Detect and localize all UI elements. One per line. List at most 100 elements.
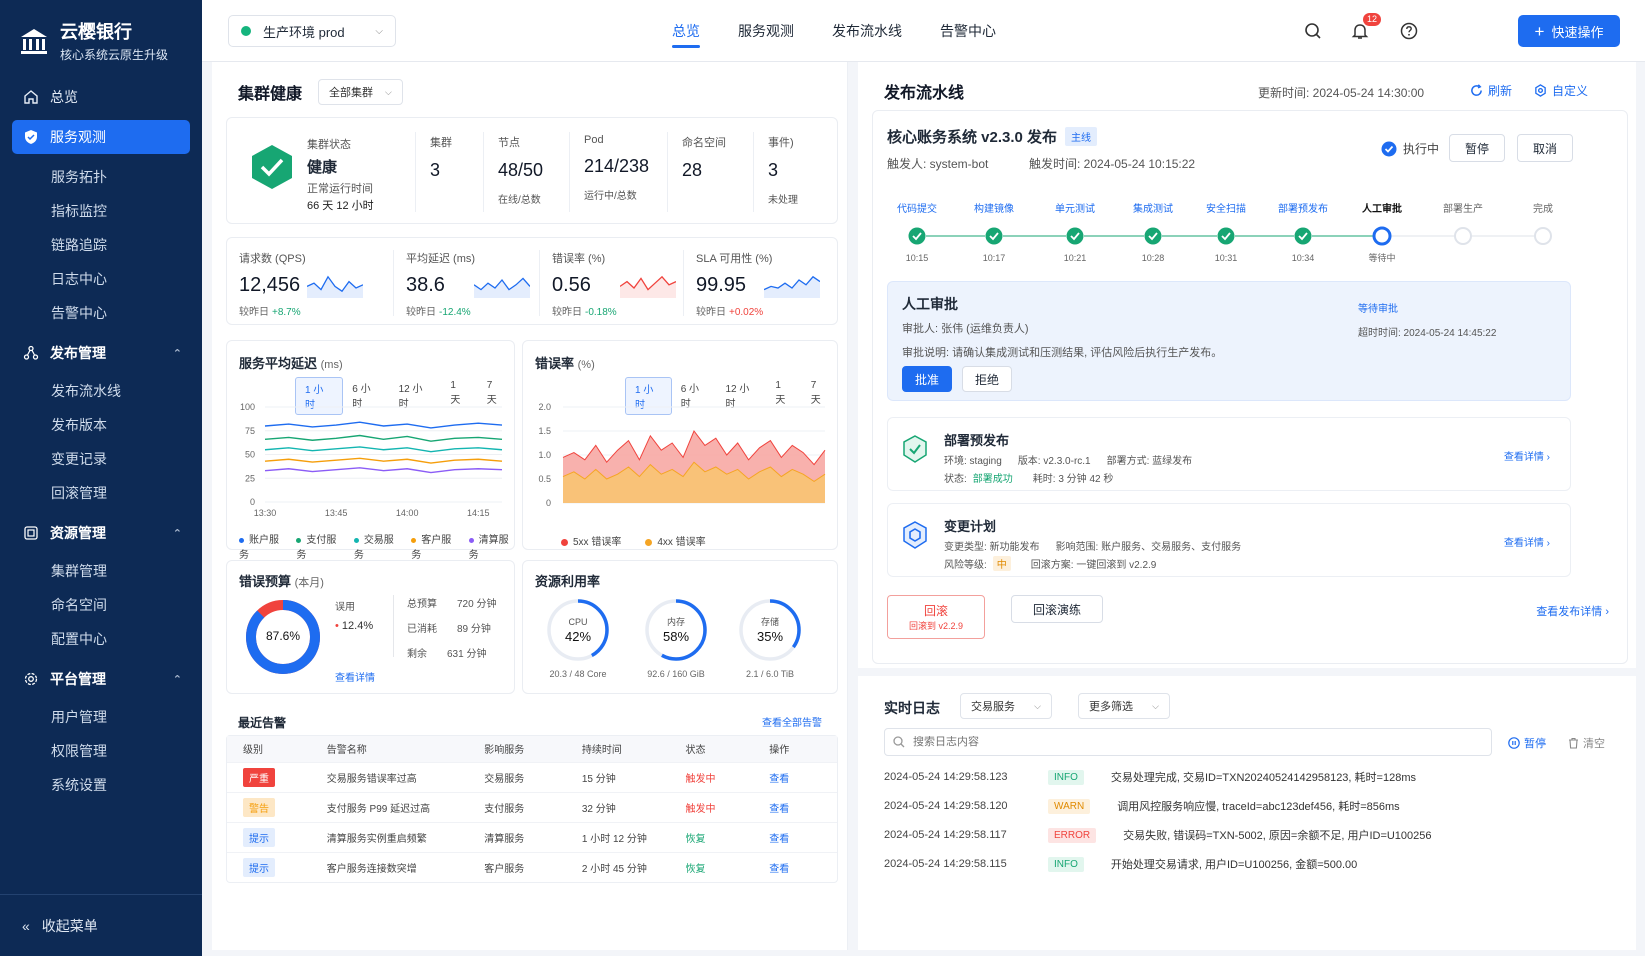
pipeline-stage[interactable]: 人工审批等待中 [1362, 202, 1402, 263]
y-tick-label: 75 [245, 426, 255, 436]
sidebar-item-overview[interactable]: 总览 [12, 80, 190, 114]
alert-view-link[interactable]: 查看 [753, 762, 837, 792]
deploy-staging-card: 部署预发布 环境: staging 版本: v2.3.0-rc.1 部署方式: … [887, 417, 1571, 491]
sidebar-subitem[interactable]: 链路追踪 [0, 228, 202, 262]
pipeline-stage[interactable]: 构建镜像 10:17 [974, 202, 1014, 263]
customize-button[interactable]: 自定义 [1534, 82, 1588, 99]
table-row[interactable]: 严重 交易服务错误率过高 交易服务 15 分钟 触发中 查看 [227, 762, 837, 792]
search-button[interactable] [1301, 19, 1325, 43]
help-button[interactable] [1397, 19, 1421, 43]
clear-logs-button[interactable]: 清空 [1568, 735, 1605, 751]
collapse-menu-button[interactable]: « 收起菜单 [0, 894, 202, 956]
sidebar-subitem[interactable]: 变更记录 [0, 442, 202, 476]
y-tick-label: 50 [245, 450, 255, 460]
sidebar-group-release[interactable]: 发布管理 ⌃ [12, 336, 190, 370]
sidebar-subitem[interactable]: 系统设置 [0, 768, 202, 802]
risk-level-badge: 中 [992, 556, 1011, 571]
sidebar-subitem[interactable]: 日志中心 [0, 262, 202, 296]
log-search-input[interactable] [913, 736, 1473, 748]
legend-swatch [411, 537, 417, 543]
rollback-button[interactable]: 回滚 回滚到 v2.2.9 [887, 595, 985, 639]
pipeline-stage[interactable]: 代码提交 10:15 [897, 202, 937, 263]
sidebar-subitem[interactable]: 权限管理 [0, 734, 202, 768]
alert-view-link[interactable]: 查看 [753, 822, 837, 852]
environment-selector[interactable]: 生产环境 prod ⌵ [228, 15, 396, 47]
realtime-logs-panel: 实时日志 交易服务 ⌵ 更多筛选 ⌵ 暂停 清空 2024-05-24 14:29:… [858, 676, 1636, 950]
stage-time: 10:31 [1215, 253, 1238, 263]
stage-name: 部署预发布 [1278, 202, 1328, 215]
latency-chart-title: 服务平均延迟 [239, 356, 318, 371]
cluster-stat-value: 48/50 [498, 160, 544, 180]
stage-current-icon [1372, 226, 1392, 246]
sidebar-subitem[interactable]: 指标监控 [0, 194, 202, 228]
pause-logs-button[interactable]: 暂停 [1508, 735, 1546, 751]
legend-item: 客户服务 [411, 531, 456, 561]
pipeline-stage[interactable]: 集成测试 10:28 [1133, 202, 1173, 263]
reject-button[interactable]: 拒绝 [962, 366, 1012, 392]
alert-view-link[interactable]: 查看 [753, 792, 837, 822]
sidebar-subitem[interactable]: 发布流水线 [0, 374, 202, 408]
log-level-badge: WARN [1048, 798, 1091, 814]
log-service-select[interactable]: 交易服务 ⌵ [960, 693, 1052, 719]
deploy-detail-link[interactable]: 查看详情 › [1504, 448, 1550, 463]
sidebar-subitem[interactable]: 回滚管理 [0, 476, 202, 510]
sidebar-subitem[interactable]: 用户管理 [0, 700, 202, 734]
table-row[interactable]: 警告 支付服务 P99 延迟过高 支付服务 32 分钟 触发中 查看 [227, 792, 837, 822]
approval-status: 等待审批 [1358, 304, 1398, 315]
sidebar-item-service-observation[interactable]: 服务观测 [12, 120, 190, 154]
sidebar-subitem[interactable]: 命名空间 [0, 588, 202, 622]
top-tab[interactable]: 告警中心 [940, 0, 996, 62]
sidebar-group-label: 平台管理 [50, 671, 106, 687]
brand-subtitle: 核心系统云原生升级 [60, 48, 169, 62]
pipeline-stage[interactable]: 部署生产 [1443, 202, 1483, 245]
legend-label: 支付服务 [296, 535, 337, 561]
table-row[interactable]: 提示 清算服务实例重启频繁 清算服务 1 小时 12 分钟 恢复 查看 [227, 822, 837, 852]
rollback-label: 回滚 [923, 604, 948, 618]
pipeline-stage[interactable]: 完成 [1533, 202, 1553, 245]
sidebar-group-platform[interactable]: 平台管理 ⌃ [12, 662, 190, 696]
sidebar-subitem[interactable]: 集群管理 [0, 554, 202, 588]
approver: 审批人: 张伟 (运维负责人) [902, 323, 1029, 335]
legend-swatch [296, 537, 302, 543]
alert-level-badge: 提示 [243, 827, 275, 847]
budget-detail-link[interactable]: 查看详情 [335, 669, 375, 684]
change-detail-link[interactable]: 查看详情 › [1504, 534, 1550, 549]
sidebar-subitem[interactable]: 告警中心 [0, 296, 202, 330]
logs-title: 实时日志 [884, 700, 940, 716]
cluster-filter-select[interactable]: 全部集群 ⌵ [318, 79, 403, 105]
bank-logo-icon [21, 28, 47, 54]
top-tab[interactable]: 总览 [672, 0, 700, 62]
risk-label: 风险等级: [944, 560, 987, 571]
alert-service: 支付服务 [484, 803, 525, 815]
notifications-button[interactable]: 12 [1348, 13, 1381, 43]
sidebar-subitem[interactable]: 配置中心 [0, 622, 202, 656]
release-detail-link[interactable]: 查看发布详情 › [1536, 603, 1609, 619]
resource-gauge: CPU 42% 20.3 / 48 Core [533, 595, 623, 679]
change-scope: 影响范围: 账户服务、交易服务、支付服务 [1055, 542, 1242, 553]
rollback-drill-button[interactable]: 回滚演练 [1011, 595, 1103, 623]
log-entry: 2024-05-24 14:29:58.123 INFO 交易处理完成, 交易ID=… [884, 766, 1416, 788]
table-row[interactable]: 提示 客户服务连接数突增 客户服务 2 小时 45 分钟 恢复 查看 [227, 852, 837, 882]
top-tab[interactable]: 服务观测 [738, 0, 794, 62]
refresh-button[interactable]: 刷新 [1470, 82, 1512, 99]
quick-action-button[interactable]: + 快速操作 [1518, 15, 1620, 47]
latency-series-line [264, 457, 503, 464]
gauge-value: 35% [757, 629, 783, 644]
pipeline-stage[interactable]: 部署预发布 10:34 [1278, 202, 1328, 263]
table-header: 告警名称 [326, 745, 367, 757]
nodes-icon [22, 344, 40, 362]
sidebar-subitem[interactable]: 服务拓扑 [0, 160, 202, 194]
pipeline-stage[interactable]: 安全扫描 10:31 [1206, 202, 1246, 263]
health-shield-icon [252, 145, 292, 189]
alert-view-link[interactable]: 查看 [753, 852, 837, 882]
cluster-stat-value: 3 [430, 160, 441, 180]
sidebar-subitem[interactable]: 发布版本 [0, 408, 202, 442]
top-tab[interactable]: 发布流水线 [832, 0, 902, 62]
pipeline-stage[interactable]: 单元测试 10:21 [1055, 202, 1095, 263]
sidebar-group-resource[interactable]: 资源管理 ⌃ [12, 516, 190, 550]
log-filter-select[interactable]: 更多筛选 ⌵ [1078, 693, 1170, 719]
approve-button[interactable]: 批准 [902, 366, 952, 392]
deploy-shield-icon [903, 435, 927, 463]
log-filter-value: 更多筛选 [1089, 701, 1133, 713]
view-all-alerts-link[interactable]: 查看全部告警 [762, 714, 822, 729]
